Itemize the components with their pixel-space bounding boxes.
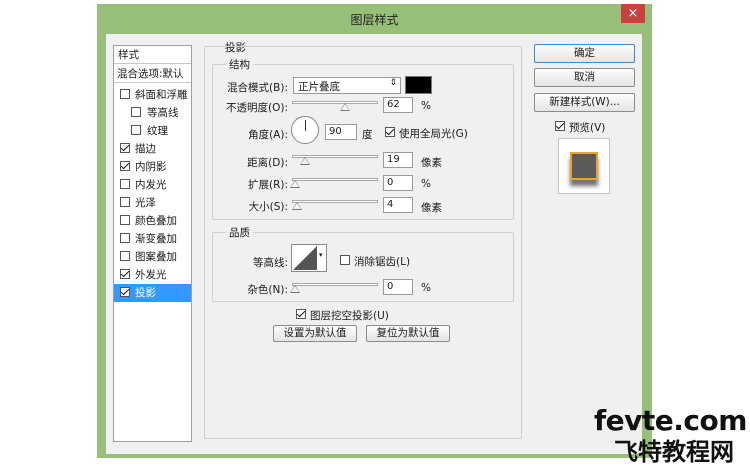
reset-default-button[interactable]: 复位为默认值 — [366, 325, 450, 342]
style-item[interactable]: 颜色叠加 — [114, 212, 191, 230]
new-style-button[interactable]: 新建样式(W)... — [534, 93, 635, 112]
style-item-checkbox[interactable] — [131, 125, 141, 135]
size-label: 大小(S): — [248, 201, 288, 213]
style-item-label: 内阴影 — [135, 161, 167, 173]
style-item-checkbox[interactable] — [120, 143, 130, 153]
style-item[interactable]: 等高线 — [114, 104, 191, 122]
style-item-checkbox[interactable] — [120, 161, 130, 171]
angle-unit: 度 — [362, 129, 373, 141]
distance-input[interactable]: 19 — [383, 152, 413, 168]
linear-contour-icon — [293, 246, 317, 270]
style-item[interactable]: 光泽 — [114, 194, 191, 212]
style-item[interactable]: 斜面和浮雕 — [114, 86, 191, 104]
noise-input[interactable]: 0 — [383, 279, 413, 295]
style-item-checkbox[interactable] — [120, 215, 130, 225]
style-item-label: 等高线 — [147, 107, 179, 119]
blending-options-item[interactable]: 混合选项:默认 — [114, 65, 191, 83]
style-item-checkbox[interactable] — [120, 287, 130, 297]
watermark-chinese: 飞特教程网 — [614, 438, 734, 466]
global-light-label: 使用全局光(G) — [399, 128, 468, 140]
size-unit: 像素 — [421, 202, 442, 214]
style-item[interactable]: 投影 — [114, 284, 191, 302]
angle-label: 角度(A): — [248, 129, 288, 141]
style-item[interactable]: 内发光 — [114, 176, 191, 194]
blend-mode-label: 混合模式(B): — [227, 82, 288, 94]
contour-label: 等高线: — [252, 257, 288, 269]
spread-label: 扩展(R): — [247, 179, 288, 191]
opacity-input[interactable]: 62 — [383, 97, 413, 113]
style-item-label: 描边 — [135, 143, 156, 155]
angle-dial[interactable] — [291, 116, 319, 144]
global-light-checkbox[interactable] — [385, 127, 395, 137]
style-item-checkbox[interactable] — [131, 107, 141, 117]
structure-title: 结构 — [226, 57, 253, 72]
style-item-label: 图案叠加 — [135, 251, 177, 263]
spread-slider-thumb[interactable] — [290, 180, 300, 188]
opacity-slider-track[interactable] — [292, 101, 378, 104]
style-item-label: 纹理 — [147, 125, 168, 137]
style-item[interactable]: 描边 — [114, 140, 191, 158]
close-icon: × — [627, 6, 639, 21]
shadow-color-swatch[interactable] — [405, 76, 432, 94]
angle-input[interactable]: 90 — [325, 124, 357, 140]
style-item-checkbox[interactable] — [120, 233, 130, 243]
noise-slider-track[interactable] — [292, 283, 378, 286]
style-item[interactable]: 图案叠加 — [114, 248, 191, 266]
contour-picker[interactable]: ▾ — [291, 244, 327, 272]
style-item-label: 光泽 — [135, 197, 156, 209]
style-item-checkbox[interactable] — [120, 179, 130, 189]
size-slider-track[interactable] — [292, 200, 378, 203]
opacity-unit: % — [421, 100, 431, 112]
ok-button[interactable]: 确定 — [534, 44, 635, 63]
updown-arrows-icon: ⇕ — [389, 78, 397, 88]
style-item-label: 斜面和浮雕 — [135, 89, 188, 101]
make-default-button[interactable]: 设置为默认值 — [273, 325, 357, 342]
style-item-checkbox[interactable] — [120, 251, 130, 261]
style-item-label: 内发光 — [135, 179, 167, 191]
size-input[interactable]: 4 — [383, 197, 413, 213]
opacity-slider-thumb[interactable] — [339, 103, 350, 111]
spread-unit: % — [421, 178, 431, 190]
noise-slider-thumb[interactable] — [290, 285, 300, 293]
opacity-label: 不透明度(O): — [226, 102, 288, 114]
style-item[interactable]: 纹理 — [114, 122, 191, 140]
quality-title: 品质 — [226, 225, 253, 240]
style-item-checkbox[interactable] — [120, 269, 130, 279]
noise-unit: % — [421, 282, 431, 294]
distance-unit: 像素 — [421, 157, 442, 169]
style-item-checkbox[interactable] — [120, 197, 130, 207]
contour-dropdown-arrow-icon: ▾ — [319, 251, 323, 259]
spread-slider-track[interactable] — [292, 178, 378, 181]
close-button[interactable]: × — [621, 4, 645, 23]
preview-checkbox[interactable] — [555, 121, 565, 131]
spread-input[interactable]: 0 — [383, 175, 413, 191]
style-list: 样式 混合选项:默认 斜面和浮雕等高线纹理描边内阴影内发光光泽颜色叠加渐变叠加图… — [113, 45, 192, 442]
style-item[interactable]: 内阴影 — [114, 158, 191, 176]
style-item-label: 颜色叠加 — [135, 215, 177, 227]
noise-label: 杂色(N): — [247, 284, 288, 296]
blend-mode-select[interactable]: 正片叠底 ⇕ — [293, 77, 401, 94]
knockout-label: 图层挖空投影(U) — [310, 310, 389, 322]
distance-label: 距离(D): — [247, 157, 288, 169]
preview-label: 预览(V) — [569, 122, 606, 134]
knockout-checkbox[interactable] — [296, 309, 306, 319]
angle-dial-needle — [305, 120, 306, 131]
anti-alias-label: 消除锯齿(L) — [354, 256, 411, 268]
style-item-checkbox[interactable] — [120, 89, 130, 99]
distance-slider-thumb[interactable] — [299, 157, 310, 165]
style-item-label: 外发光 — [135, 269, 167, 281]
size-slider-thumb[interactable] — [291, 202, 302, 210]
anti-alias-checkbox[interactable] — [340, 255, 350, 265]
preview-swatch — [570, 152, 598, 180]
style-item-label: 投影 — [135, 287, 156, 299]
style-item-label: 渐变叠加 — [135, 233, 177, 245]
style-preview — [558, 138, 610, 194]
blend-mode-value: 正片叠底 — [298, 81, 340, 93]
cancel-button[interactable]: 取消 — [534, 68, 635, 87]
style-item[interactable]: 外发光 — [114, 266, 191, 284]
style-list-header: 样式 — [114, 46, 191, 64]
dialog-title: 图层样式 — [350, 13, 399, 27]
style-item[interactable]: 渐变叠加 — [114, 230, 191, 248]
